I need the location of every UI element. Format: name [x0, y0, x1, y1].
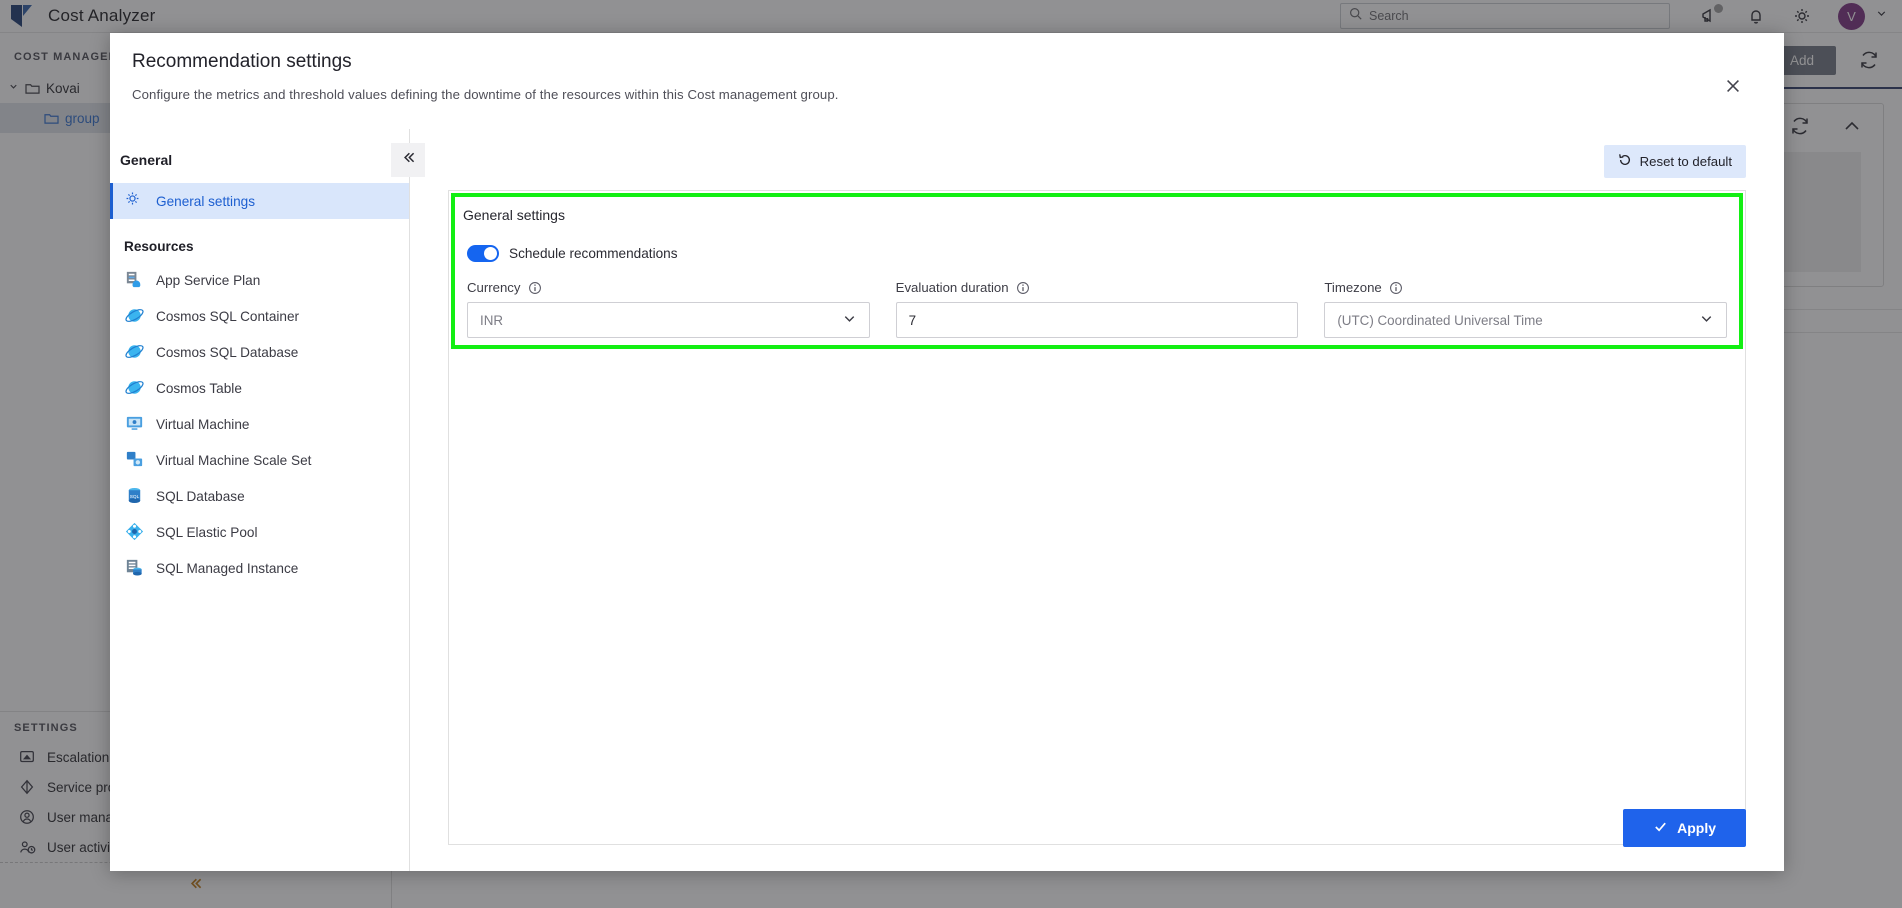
timezone-field: Timezone (UTC) Coordinated Universal Tim…: [1324, 280, 1728, 338]
dialog-nav-item-virtual-machine[interactable]: Virtual Machine: [110, 406, 409, 442]
dialog-nav-item-label: Cosmos SQL Container: [156, 308, 300, 324]
reset-to-default-button[interactable]: Reset to default: [1603, 145, 1746, 178]
dialog-nav-item-label: Cosmos Table: [156, 380, 242, 396]
close-icon[interactable]: [1724, 77, 1746, 99]
dialog-nav-item-cosmos-table[interactable]: Cosmos Table: [110, 370, 409, 406]
recommendation-settings-dialog: Recommendation settings Configure the me…: [110, 33, 1784, 871]
timezone-value: (UTC) Coordinated Universal Time: [1337, 312, 1543, 328]
evaluation-duration-value: 7: [908, 312, 917, 328]
sql-managed-instance-icon: [124, 557, 146, 579]
schedule-recommendations-row: Schedule recommendations: [449, 223, 1745, 262]
svg-text:SQL: SQL: [130, 494, 140, 500]
currency-select[interactable]: INR: [467, 302, 870, 338]
timezone-label-row: Timezone: [1324, 280, 1727, 295]
chevron-down-icon: [1699, 311, 1714, 329]
dialog-sidebar-heading-resources: Resources: [124, 239, 194, 254]
info-icon[interactable]: [1389, 281, 1403, 295]
virtual-machine-icon: [124, 413, 146, 435]
dialog-nav-item-cosmos-sql-container[interactable]: Cosmos SQL Container: [110, 298, 409, 334]
reset-to-default-label: Reset to default: [1639, 154, 1732, 169]
evaluation-duration-label: Evaluation duration: [895, 280, 1009, 295]
dialog-content: Reset to default General settings Schedu…: [410, 129, 1784, 871]
dialog-nav-item-cosmos-sql-database[interactable]: Cosmos SQL Database: [110, 334, 409, 370]
timezone-label: Timezone: [1324, 280, 1382, 295]
sql-elastic-pool-icon: [124, 521, 146, 543]
dialog-nav-item-label: General settings: [156, 193, 255, 209]
evaluation-duration-input[interactable]: 7: [895, 302, 1299, 338]
dialog-nav-item-label: Virtual Machine Scale Set: [156, 452, 312, 468]
evaluation-duration-label-row: Evaluation duration: [896, 280, 1299, 295]
dialog-footer: Apply: [1623, 809, 1746, 847]
apply-button[interactable]: Apply: [1623, 809, 1746, 847]
reset-icon: [1618, 153, 1632, 170]
evaluation-duration-field: Evaluation duration 7: [895, 280, 1299, 338]
cosmos-db-icon: [124, 377, 146, 399]
chevron-down-icon: [842, 311, 857, 329]
cosmos-db-icon: [124, 341, 146, 363]
dialog-sidebar-header: General: [110, 137, 425, 183]
vm-scale-set-icon: [124, 449, 146, 471]
settings-fields: Currency INR Evaluation duration 7 Timez…: [449, 262, 1745, 338]
gear-icon: [124, 190, 146, 212]
dialog-nav-item-virtual-machine-scale-set[interactable]: Virtual Machine Scale Set: [110, 442, 409, 478]
currency-label: Currency: [467, 280, 521, 295]
reset-row: Reset to default: [448, 145, 1746, 178]
dialog-nav-item-label: SQL Database: [156, 488, 245, 504]
toggle-knob: [484, 247, 497, 260]
dialog-nav-item-label: SQL Managed Instance: [156, 560, 299, 576]
dialog-nav-item-label: SQL Elastic Pool: [156, 524, 258, 540]
currency-field: Currency INR: [467, 280, 870, 338]
currency-label-row: Currency: [467, 280, 870, 295]
dialog-nav-item-label: Virtual Machine: [156, 416, 250, 432]
app-service-plan-icon: [124, 269, 146, 291]
apply-label: Apply: [1677, 820, 1716, 836]
dialog-body: General General settings Resources App S…: [110, 129, 1784, 871]
cosmos-db-icon: [124, 305, 146, 327]
dialog-nav-item-app-service-plan[interactable]: App Service Plan: [110, 262, 409, 298]
dialog-title: Recommendation settings: [132, 51, 352, 72]
dialog-nav-item-general-settings[interactable]: General settings: [110, 183, 409, 219]
panel-title: General settings: [463, 207, 565, 223]
dialog-sidebar-heading-general: General: [120, 152, 173, 168]
currency-value: INR: [480, 312, 504, 328]
schedule-recommendations-label: Schedule recommendations: [509, 246, 678, 261]
general-settings-panel: General settings Schedule recommendation…: [448, 190, 1746, 845]
dialog-subtitle: Configure the metrics and threshold valu…: [132, 87, 839, 102]
dialog-nav-item-label: Cosmos SQL Database: [156, 344, 299, 360]
info-icon[interactable]: [528, 281, 542, 295]
info-icon[interactable]: [1016, 281, 1030, 295]
dialog-nav-item-sql-database[interactable]: SQL SQL Database: [110, 478, 409, 514]
dialog-nav-item-sql-elastic-pool[interactable]: SQL Elastic Pool: [110, 514, 409, 550]
schedule-recommendations-toggle[interactable]: [467, 245, 499, 262]
dialog-nav-item-label: App Service Plan: [156, 272, 261, 288]
dialog-nav-item-sql-managed-instance[interactable]: SQL Managed Instance: [110, 550, 409, 586]
dialog-sidebar: General General settings Resources App S…: [110, 129, 425, 871]
sql-database-icon: SQL: [124, 485, 146, 507]
check-icon: [1653, 819, 1668, 837]
timezone-select[interactable]: (UTC) Coordinated Universal Time: [1324, 302, 1728, 338]
